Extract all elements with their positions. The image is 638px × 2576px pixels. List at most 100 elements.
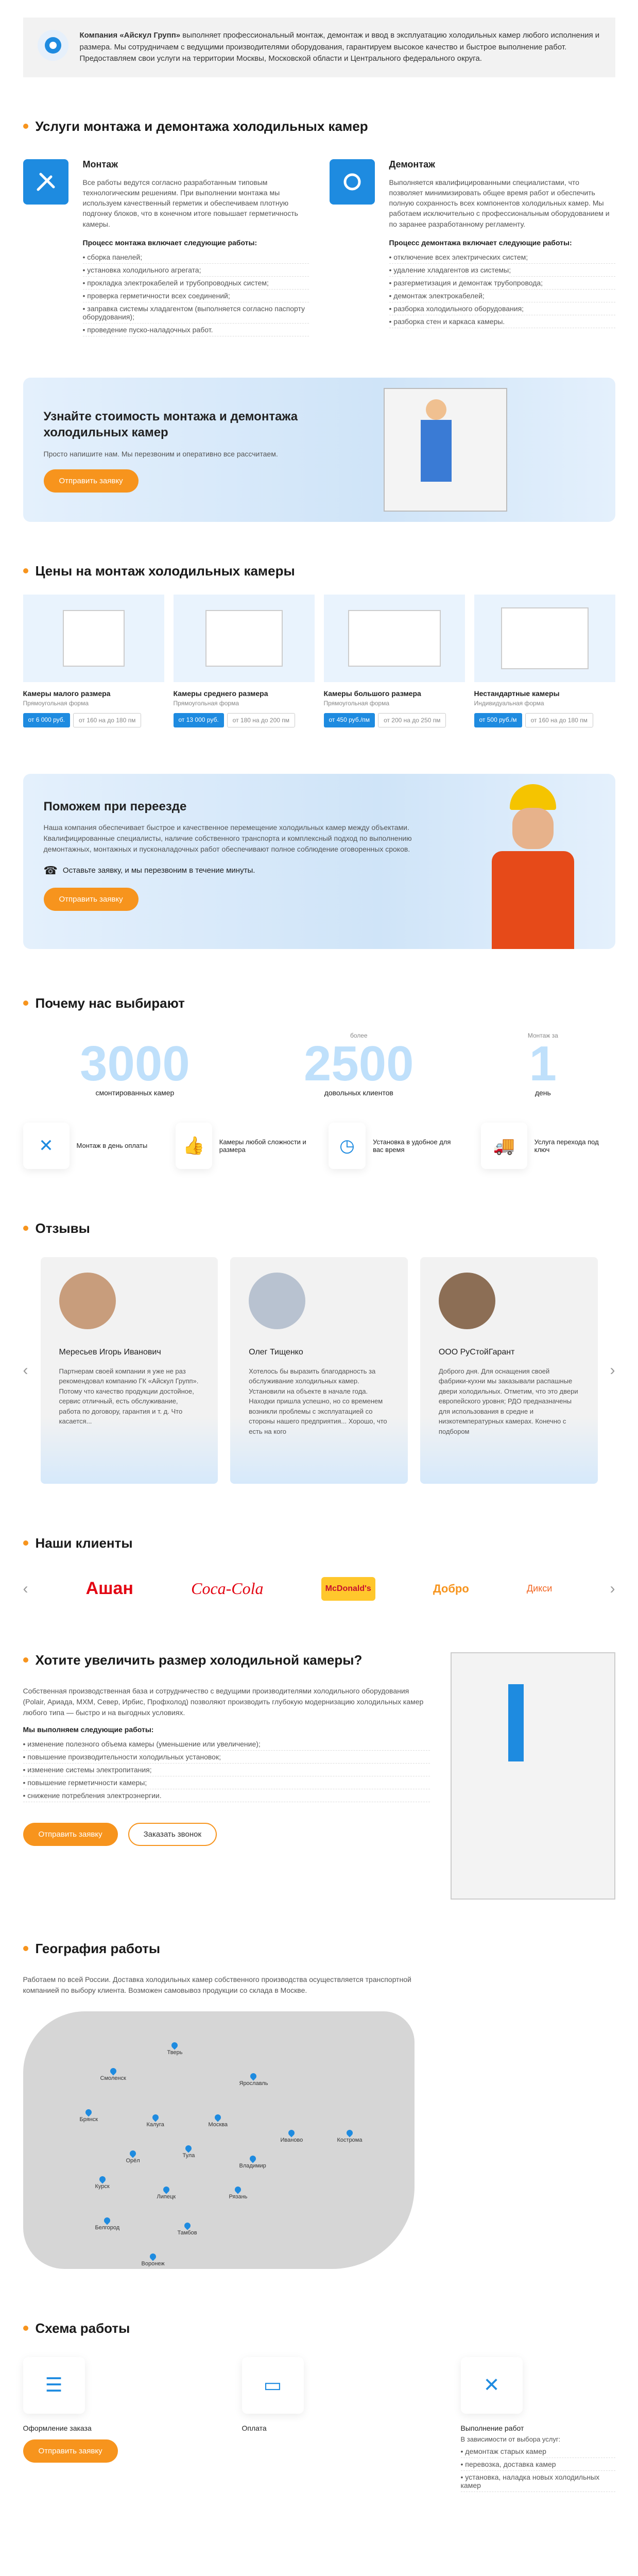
mount-sub: Процесс монтажа включает следующие работ…	[82, 238, 257, 247]
avatar	[249, 1272, 306, 1329]
wrench-icon	[23, 159, 68, 205]
client-logo: Coca-Cola	[191, 1579, 264, 1598]
dismount-block: Демонтаж Выполняется квалифицированными …	[329, 159, 615, 336]
move-call: ☎ Оставьте заявку, и мы перезвоним в тече…	[43, 863, 255, 877]
mount-block: Монтаж Все работы ведутся согласно разра…	[23, 159, 309, 336]
scheme-step: ✕ Выполнение работ В зависимости от выбо…	[460, 2357, 615, 2492]
city-pin: Иваново	[281, 2128, 303, 2143]
region-map: Тверь Смоленск Ярославль Брянск Калуга Москва…	[23, 2011, 415, 2269]
clients-title: Наши клиенты	[23, 1535, 615, 1551]
city-pin: Ярославль	[239, 2072, 268, 2087]
city-pin: Липецк	[157, 2185, 176, 2200]
move-title: Поможем при переезде	[43, 799, 187, 814]
feature: 👍 Камеры любой сложности и размера	[176, 1122, 309, 1169]
services-title: Услуги монтажа и демонтажа холодильных к…	[23, 118, 615, 134]
enlarge-list: изменение полезного объема камеры (умень…	[23, 1738, 430, 1802]
scheme-title: Схема работы	[23, 2320, 615, 2336]
cold-room-image	[383, 387, 507, 512]
dismount-sub: Процесс демонтажа включает следующие раб…	[389, 238, 572, 247]
prev-arrow-icon[interactable]: ‹	[23, 1362, 28, 1379]
geo-text: Работаем по всей России. Доставка холоди…	[23, 1975, 411, 1994]
dismount-desc: Выполняется квалифицированными специалис…	[389, 178, 610, 228]
city-pin: Брянск	[80, 2108, 98, 2123]
headset-icon: ☎	[43, 863, 58, 877]
order-call-button[interactable]: Заказать звонок	[128, 1822, 217, 1846]
city-pin: Калуга	[147, 2113, 164, 2128]
client-logo: Ашан	[85, 1579, 133, 1599]
move-text: Наша компания обеспечивает быстрое и кач…	[43, 823, 412, 853]
city-pin: Тамбов	[178, 2221, 197, 2236]
form-icon: ☰	[23, 2357, 85, 2414]
worker-image	[481, 784, 584, 949]
room-image	[323, 594, 465, 682]
reviews-title: Отзывы	[23, 1221, 615, 1236]
stat: Монтаж за 1 день	[527, 1031, 558, 1097]
next-arrow-icon[interactable]: ›	[610, 1580, 615, 1598]
mount-title: Монтаж	[82, 159, 118, 170]
client-logo: Добро	[433, 1582, 469, 1595]
room-image	[173, 594, 315, 682]
prices-title: Цены на монтаж холодильных камеры	[23, 563, 615, 579]
scheme-step: ▭ Оплата	[242, 2357, 417, 2432]
city-pin: Смоленск	[100, 2066, 126, 2081]
city-pin: Воронеж	[142, 2252, 165, 2267]
why-title: Почему нас выбирают	[23, 995, 615, 1011]
city-pin: Тверь	[167, 2041, 182, 2056]
tools-icon: ✕	[23, 1122, 70, 1169]
cost-sub: Просто напишите нам. Мы перезвоним и опе…	[43, 450, 278, 459]
dismount-list: отключение всех электрических систем;уда…	[389, 251, 615, 328]
cost-send-button[interactable]: Отправить заявку	[43, 469, 139, 493]
send-request-button[interactable]: Отправить заявку	[23, 1822, 118, 1846]
enlarge-title: Хотите увеличить размер холодильной каме…	[23, 1652, 430, 1668]
city-pin: Рязань	[229, 2185, 247, 2200]
move-send-button[interactable]: Отправить заявку	[43, 887, 139, 911]
city-pin: Курск	[95, 2175, 110, 2190]
scheme-step: ☰ Оформление заказа Отправить заявку	[23, 2357, 198, 2463]
enlarge-text: Собственная производственная база и сотр…	[23, 1686, 424, 1717]
city-pin: Орёл	[126, 2149, 140, 2164]
price-card[interactable]: Камеры большого размера Прямоугольная фо…	[323, 594, 465, 727]
prev-arrow-icon[interactable]: ‹	[23, 1580, 28, 1598]
client-logo: Дикси	[526, 1583, 553, 1594]
feature: 🚚 Услуга перехода под ключ	[481, 1122, 615, 1169]
intro-box: Компания «Айскул Групп» выполняет профес…	[23, 18, 615, 77]
review-card: Мересьев Игорь Иванович Партнерам своей …	[40, 1257, 218, 1484]
city-pin: Белгород	[95, 2216, 119, 2231]
dismount-title: Демонтаж	[389, 159, 435, 170]
cost-banner: Узнайте стоимость монтажа и демонтажа хо…	[23, 377, 615, 522]
room-image	[23, 594, 164, 682]
clock-icon: ◷	[328, 1122, 366, 1169]
city-pin: Тула	[183, 2144, 195, 2159]
intro-text: Компания «Айскул Групп» выполняет профес…	[79, 31, 600, 63]
price-card[interactable]: Нестандартные камеры Индивидуальная форм…	[474, 594, 615, 727]
price-card[interactable]: Камеры малого размера Прямоугольная форм…	[23, 594, 164, 727]
city-pin: Кострома	[337, 2128, 362, 2143]
mount-desc: Все работы ведутся согласно разработанны…	[82, 178, 298, 228]
refresh-icon	[329, 159, 375, 205]
review-card: Олег Тищенко Хотелось бы выразить благод…	[230, 1257, 408, 1484]
truck-icon: 🚚	[481, 1122, 527, 1169]
feature: ✕ Монтаж в день оплаты	[23, 1122, 157, 1169]
room-image	[474, 594, 615, 682]
move-banner: Поможем при переезде Наша компания обесп…	[23, 773, 615, 949]
avatar	[438, 1272, 495, 1329]
stat: 3000 смонтированных камер	[80, 1036, 190, 1097]
scheme-send-button[interactable]: Отправить заявку	[23, 2439, 118, 2463]
cost-title: Узнайте стоимость монтажа и демонтажа хо…	[43, 409, 298, 440]
price-card[interactable]: Камеры среднего размера Прямоугольная фо…	[173, 594, 315, 727]
feature: ◷ Установка в удобное для вас время	[328, 1122, 462, 1169]
avatar	[59, 1272, 116, 1329]
cold-room-image	[450, 1652, 615, 1900]
city-pin: Москва	[209, 2113, 228, 2128]
client-logo: McDonald's	[321, 1577, 375, 1601]
stat: более 2500 довольных клиентов	[303, 1031, 414, 1097]
city-pin: Владимир	[239, 2154, 266, 2169]
next-arrow-icon[interactable]: ›	[610, 1362, 615, 1379]
wallet-icon: ▭	[242, 2357, 304, 2414]
mount-list: сборка панелей;установка холодильного аг…	[82, 251, 309, 336]
company-logo-icon	[37, 30, 68, 61]
geo-title: География работы	[23, 1941, 615, 1957]
tools-icon: ✕	[460, 2357, 523, 2414]
review-card: ООО РуСтойГарант Доброго дня. Для оснаще…	[420, 1257, 598, 1484]
thumbs-up-icon: 👍	[176, 1122, 212, 1169]
